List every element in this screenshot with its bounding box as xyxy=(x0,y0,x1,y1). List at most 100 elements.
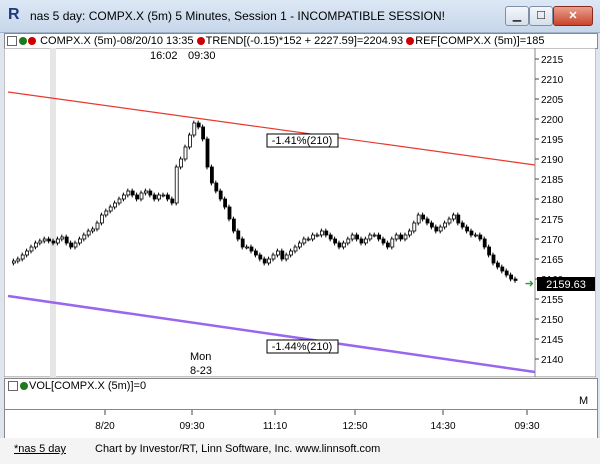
y-tick-label: 2140 xyxy=(541,355,564,366)
y-tick-label: 2210 xyxy=(541,75,564,86)
time-axis: 8/20 09:30 11:10 12:50 14:30 09:30 xyxy=(4,409,598,439)
trend-dot-icon xyxy=(196,36,205,45)
candle xyxy=(504,270,509,276)
price-chart[interactable]: 2140214521502155216021652170217521802185… xyxy=(4,48,596,377)
candle xyxy=(271,254,276,260)
title-bar[interactable]: R nas 5 day: COMPX.X (5m) 5 Minutes, Ses… xyxy=(0,0,600,33)
time-label-open: 09:30 xyxy=(188,50,216,62)
minimize-button[interactable]: ▁ xyxy=(505,6,529,26)
legend-symbol[interactable]: COMPX.X (5m)-08/20/10 13:35 xyxy=(40,35,193,47)
candle xyxy=(258,254,263,260)
legend-ref[interactable]: REF[COMPX.X (5m)]=185 xyxy=(415,35,544,47)
candle xyxy=(117,198,122,204)
candle xyxy=(451,214,456,220)
ref-dot-icon xyxy=(406,36,415,45)
candle xyxy=(139,192,144,200)
candle xyxy=(86,230,91,236)
candle xyxy=(363,238,368,244)
y-tick-label: 2215 xyxy=(541,55,564,66)
candle xyxy=(183,146,188,160)
candle xyxy=(33,242,38,248)
candle xyxy=(328,234,333,240)
app-logo-icon: R xyxy=(8,6,20,23)
volume-scale-label: M xyxy=(579,395,589,407)
candle xyxy=(69,242,73,248)
y-tick-label: 2175 xyxy=(541,215,564,226)
legend-trend[interactable]: TREND[(-0.15)*152 + 2227.59]=2204.93 xyxy=(206,35,404,47)
candle xyxy=(245,246,250,249)
candle xyxy=(240,238,245,248)
candle xyxy=(324,230,329,236)
candle xyxy=(218,190,223,200)
candle xyxy=(275,250,280,256)
maximize-button[interactable]: ☐ xyxy=(529,6,553,26)
time-tick-label: 8/20 xyxy=(95,421,115,432)
y-tick-label: 2190 xyxy=(541,155,564,166)
close-button[interactable]: ✕ xyxy=(553,6,593,26)
candle xyxy=(473,234,478,237)
candle xyxy=(337,242,342,248)
candle xyxy=(143,190,148,194)
candle xyxy=(82,234,87,240)
volume-box-icon[interactable] xyxy=(8,380,18,391)
candle xyxy=(293,246,298,252)
candle xyxy=(152,194,157,200)
candle xyxy=(38,240,43,244)
legend-box-icon[interactable] xyxy=(7,35,17,46)
volume-legend-text[interactable]: VOL[COMPX.X (5m)]=0 xyxy=(29,380,146,392)
lower-trend-label: -1.44%(210) xyxy=(272,341,333,353)
candle xyxy=(421,214,426,220)
footer-bar: *nas 5 day Chart by Investor/RT, Linn So… xyxy=(0,438,600,464)
y-tick-label: 2200 xyxy=(541,115,564,126)
candle xyxy=(174,166,179,204)
candle xyxy=(350,234,355,240)
candle xyxy=(297,242,302,248)
candle xyxy=(249,246,254,252)
candle xyxy=(416,214,421,224)
chart-tab[interactable]: *nas 5 day xyxy=(14,443,66,455)
y-tick-label: 2205 xyxy=(541,95,564,106)
volume-legend: VOL[COMPX.X (5m)]=0 xyxy=(6,380,146,392)
candle xyxy=(165,194,170,200)
candle xyxy=(25,250,30,256)
candle xyxy=(51,240,56,244)
candle xyxy=(161,194,166,197)
time-tick-label: 09:30 xyxy=(514,421,539,432)
candle xyxy=(465,226,470,232)
candle xyxy=(403,234,408,240)
candle xyxy=(509,274,514,280)
day-label-weekday: Mon xyxy=(190,351,211,363)
candle xyxy=(104,210,109,216)
candle xyxy=(482,238,487,248)
candle xyxy=(227,206,232,220)
candle xyxy=(126,190,131,196)
candle xyxy=(95,222,100,230)
candle xyxy=(192,122,197,136)
app-window: R nas 5 day: COMPX.X (5m) 5 Minutes, Ses… xyxy=(0,0,600,464)
candle xyxy=(56,238,60,244)
candle xyxy=(122,194,126,200)
y-tick-label: 2185 xyxy=(541,175,564,186)
candle xyxy=(201,126,206,140)
volume-pane[interactable]: VOL[COMPX.X (5m)]=0 M xyxy=(4,378,598,410)
chart-legend: COMPX.X (5m)-08/20/10 13:35 TREND[(-0.15… xyxy=(4,33,598,49)
candle xyxy=(205,138,210,168)
y-tick-label: 2170 xyxy=(541,235,564,246)
upper-trend-label: -1.41%(210) xyxy=(272,135,333,147)
candle xyxy=(284,254,289,260)
candle xyxy=(399,234,404,240)
footer-credit: Chart by Investor/RT, Linn Software, Inc… xyxy=(95,443,381,455)
candle xyxy=(148,190,153,196)
y-tick-label: 2180 xyxy=(541,195,564,206)
candle xyxy=(355,234,360,240)
candle xyxy=(478,234,483,240)
window-title: nas 5 day: COMPX.X (5m) 5 Minutes, Sessi… xyxy=(30,9,446,23)
candle xyxy=(11,260,16,264)
candle xyxy=(113,202,117,208)
candle xyxy=(73,242,78,248)
time-tick-label: 11:10 xyxy=(263,421,288,432)
candle xyxy=(262,258,267,264)
candle xyxy=(385,242,390,248)
candle xyxy=(333,238,338,244)
candle xyxy=(170,198,175,204)
